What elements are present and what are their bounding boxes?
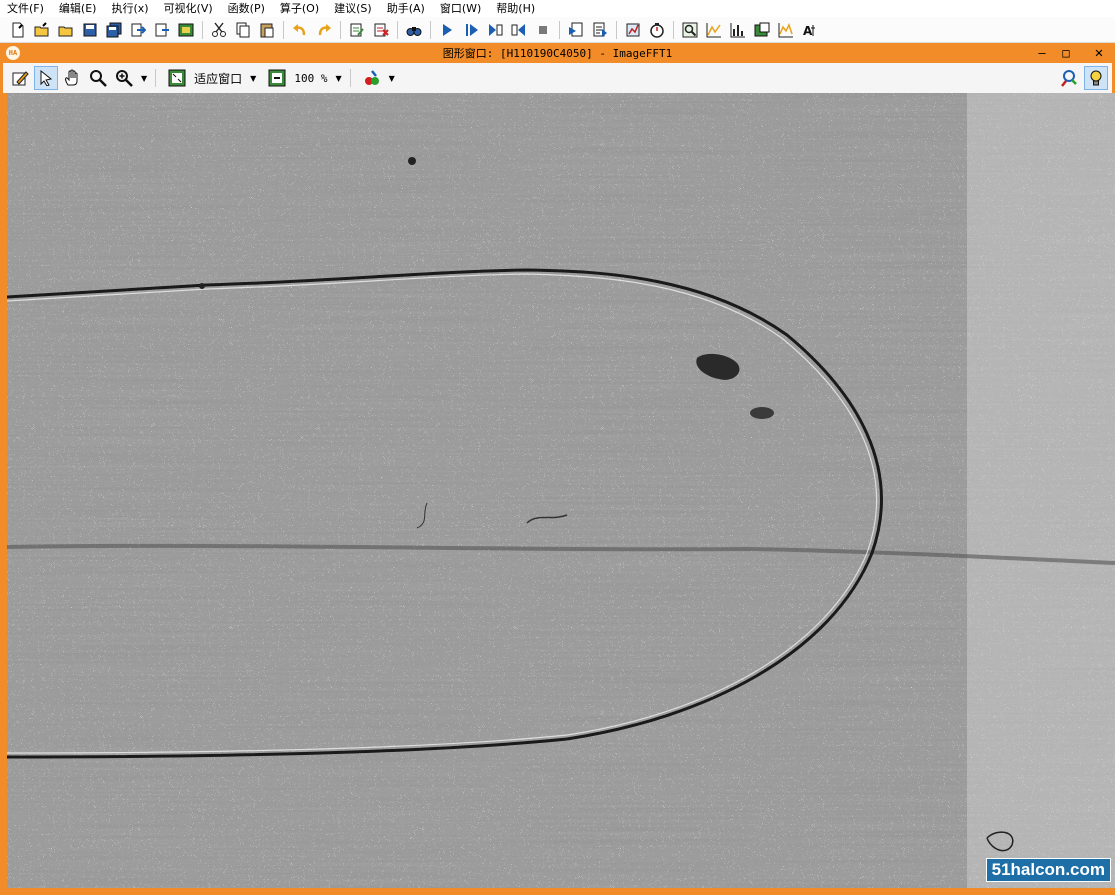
zoom-window-icon[interactable] [680,20,700,40]
zoom-in-icon[interactable] [112,66,136,90]
watermark-label: 51halcon.com [985,858,1111,882]
fit-window-icon [165,66,189,90]
open-file-icon[interactable] [32,20,52,40]
deactivate-line-icon[interactable] [371,20,391,40]
toolbar-separator [340,20,341,39]
step-out-icon[interactable] [509,20,529,40]
color-palette-icon [360,66,384,90]
toolbar-separator [202,20,203,39]
minimize-button[interactable]: — [1029,43,1055,63]
toolbar-separator [673,20,674,39]
close-button[interactable]: ✕ [1086,43,1112,63]
menu-edit[interactable]: 编辑(E) [52,0,105,17]
graphics-toolbar: ▼ 适应窗口 ▼ 100 % ▼ ▼ [3,63,1112,93]
halcon-app-icon: HA [6,46,20,60]
menu-suggestions[interactable]: 建议(S) [327,0,380,17]
display-color-dropdown[interactable]: ▼ [359,66,399,90]
menu-visualization[interactable]: 可视化(V) [157,0,221,17]
lightbulb-icon[interactable] [1084,66,1108,90]
svg-text:A: A [803,24,813,38]
hand-pan-icon[interactable] [60,66,84,90]
chevron-down-icon: ▼ [250,73,257,83]
stopwatch-icon[interactable] [647,20,667,40]
toolbar-separator [397,20,398,39]
step-into-icon[interactable] [485,20,505,40]
toolbar-separator [430,20,431,39]
pointer-tool-icon[interactable] [34,66,58,90]
graphics-window-titlebar[interactable]: HA 图形窗口: [H110190C4050] - ImageFFT1 — □ … [0,43,1115,63]
main-toolbar: A [0,17,1115,43]
feature-histogram-icon[interactable] [728,20,748,40]
magnify-icon[interactable] [86,66,110,90]
menu-file[interactable]: 文件(F) [0,0,52,17]
image-display[interactable]: 51halcon.com [7,93,1115,888]
menu-assistants[interactable]: 助手(A) [380,0,433,17]
line-profile-icon[interactable] [776,20,796,40]
undo-icon[interactable] [290,20,310,40]
export-icon[interactable] [128,20,148,40]
toolbar-separator [616,20,617,39]
activate-line-icon[interactable] [347,20,367,40]
menu-help[interactable]: 帮助(H) [489,0,543,17]
step-over-icon[interactable] [461,20,481,40]
toolbar-separator [283,20,284,39]
region-inspect-icon[interactable] [1058,66,1082,90]
zoom-dropdown-arrow[interactable]: ▼ [137,74,151,83]
new-file-icon[interactable] [8,20,28,40]
cut-icon[interactable] [209,20,229,40]
menu-operators[interactable]: 算子(O) [273,0,327,17]
toolbar-separator [559,20,560,39]
fit-window-dropdown[interactable]: 适应窗口 ▼ [164,66,260,90]
redo-icon[interactable] [314,20,334,40]
fit-window-label: 适应窗口 [194,71,243,86]
stop-icon[interactable] [533,20,553,40]
zoom-level-label: 100 % [294,71,328,85]
toolbar-separator [155,69,157,87]
browse-examples-icon[interactable] [176,20,196,40]
save-all-icon[interactable] [104,20,124,40]
reset-variables-icon[interactable] [590,20,610,40]
copy-icon[interactable] [233,20,253,40]
save-icon[interactable] [80,20,100,40]
reset-program-icon[interactable] [566,20,586,40]
ocr-assistant-icon[interactable]: A [800,20,820,40]
maximize-button[interactable]: □ [1053,43,1079,63]
menu-procedures[interactable]: 函数(P) [221,0,273,17]
gray-histogram-icon[interactable] [704,20,724,40]
graphics-window-title: 图形窗口: [H110190C4050] - ImageFFT1 [442,47,673,60]
toolbar-separator [349,69,351,87]
graphics-window: HA 图形窗口: [H110190C4050] - ImageFFT1 — □ … [0,43,1115,895]
open-folder-icon[interactable] [56,20,76,40]
chevron-down-icon: ▼ [335,73,342,83]
run-icon[interactable] [437,20,457,40]
binoculars-icon[interactable] [404,20,424,40]
menu-execute[interactable]: 执行(x) [104,0,156,17]
edit-pen-icon[interactable] [8,66,32,90]
chevron-down-icon: ▼ [388,73,395,83]
zoom-level-dropdown[interactable]: 100 % ▼ [264,66,345,90]
feature-inspection-icon[interactable] [752,20,772,40]
menu-bar: 文件(F) 编辑(E) 执行(x) 可视化(V) 函数(P) 算子(O) 建议(… [0,0,1115,17]
zoom-level-icon [265,66,289,90]
menu-window[interactable]: 窗口(W) [433,0,489,17]
fft-image [7,93,1115,888]
print-icon[interactable] [152,20,172,40]
profiler-icon[interactable] [623,20,643,40]
paste-icon[interactable] [257,20,277,40]
